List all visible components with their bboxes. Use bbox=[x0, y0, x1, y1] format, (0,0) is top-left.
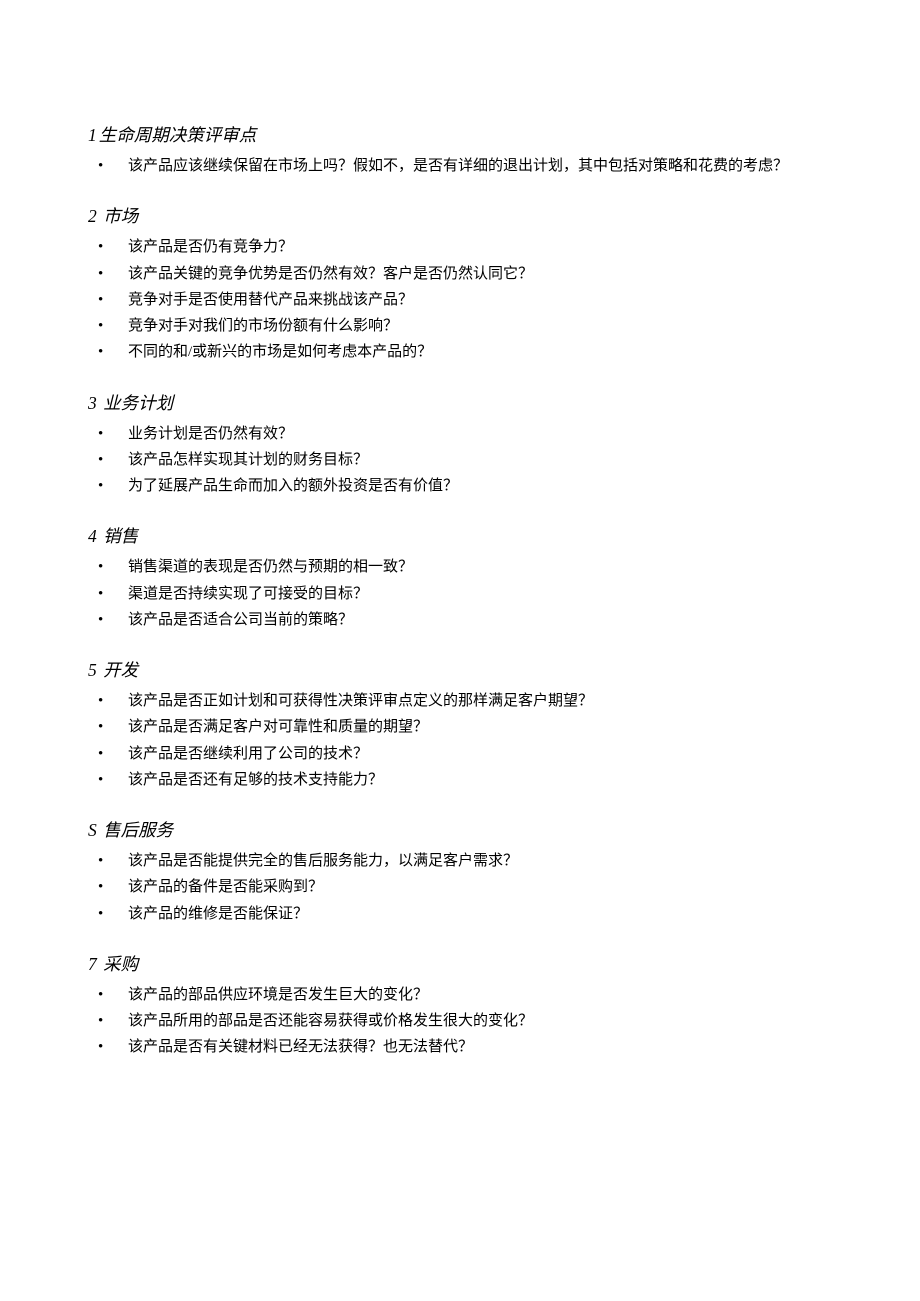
section: 2 市场该产品是否仍有竞争力？该产品关键的竞争优势是否仍然有效？客户是否仍然认同… bbox=[88, 203, 832, 365]
bullet-list: 销售渠道的表现是否仍然与预期的相一致？渠道是否持续实现了可接受的目标？该产品是否… bbox=[88, 554, 832, 633]
section-number: 4 bbox=[88, 526, 97, 546]
list-item: 该产品所用的部品是否还能容易获得或价格发生很大的变化？ bbox=[88, 1008, 832, 1034]
bullet-list: 该产品是否正如计划和可获得性决策评审点定义的那样满足客户期望？该产品是否满足客户… bbox=[88, 688, 832, 793]
section: 3 业务计划业务计划是否仍然有效？该产品怎样实现其计划的财务目标？为了延展产品生… bbox=[88, 390, 832, 500]
section-number: S bbox=[88, 820, 97, 840]
section-number: 2 bbox=[88, 206, 97, 226]
section-heading: 3 业务计划 bbox=[88, 390, 832, 415]
section-number: 3 bbox=[88, 393, 97, 413]
section-heading: 2 市场 bbox=[88, 203, 832, 228]
section: S 售后服务该产品是否能提供完全的售后服务能力，以满足客户需求？该产品的备件是否… bbox=[88, 817, 832, 927]
list-item: 该产品是否满足客户对可靠性和质量的期望？ bbox=[88, 714, 832, 740]
section: 4 销售销售渠道的表现是否仍然与预期的相一致？渠道是否持续实现了可接受的目标？该… bbox=[88, 523, 832, 633]
list-item: 该产品是否继续利用了公司的技术？ bbox=[88, 741, 832, 767]
section-number: 5 bbox=[88, 660, 97, 680]
section-title: 生命周期决策评审点 bbox=[99, 125, 257, 145]
bullet-list: 该产品的部品供应环境是否发生巨大的变化？该产品所用的部品是否还能容易获得或价格发… bbox=[88, 982, 832, 1061]
bullet-list: 该产品应该继续保留在市场上吗？假如不，是否有详细的退出计划，其中包括对策略和花费… bbox=[88, 153, 832, 179]
section-title: 市场 bbox=[99, 206, 138, 226]
list-item: 该产品关键的竞争优势是否仍然有效？客户是否仍然认同它？ bbox=[88, 261, 832, 287]
list-item: 该产品是否适合公司当前的策略？ bbox=[88, 607, 832, 633]
list-item: 该产品怎样实现其计划的财务目标？ bbox=[88, 447, 832, 473]
list-item: 渠道是否持续实现了可接受的目标？ bbox=[88, 581, 832, 607]
list-item: 为了延展产品生命而加入的额外投资是否有价值？ bbox=[88, 473, 832, 499]
bullet-list: 该产品是否能提供完全的售后服务能力，以满足客户需求？该产品的备件是否能采购到？该… bbox=[88, 848, 832, 927]
list-item: 销售渠道的表现是否仍然与预期的相一致？ bbox=[88, 554, 832, 580]
section-number: 1 bbox=[88, 125, 97, 145]
section: 1生命周期决策评审点该产品应该继续保留在市场上吗？假如不，是否有详细的退出计划，… bbox=[88, 122, 832, 179]
section-title: 销售 bbox=[99, 526, 138, 546]
section-heading: 5 开发 bbox=[88, 657, 832, 682]
section-title: 售后服务 bbox=[99, 820, 173, 840]
list-item: 该产品是否仍有竞争力？ bbox=[88, 234, 832, 260]
list-item: 竞争对手是否使用替代产品来挑战该产品？ bbox=[88, 287, 832, 313]
section-heading: S 售后服务 bbox=[88, 817, 832, 842]
list-item: 业务计划是否仍然有效？ bbox=[88, 421, 832, 447]
list-item: 竞争对手对我们的市场份额有什么影响？ bbox=[88, 313, 832, 339]
section-heading: 7 采购 bbox=[88, 951, 832, 976]
bullet-list: 业务计划是否仍然有效？该产品怎样实现其计划的财务目标？为了延展产品生命而加入的额… bbox=[88, 421, 832, 500]
list-item: 该产品是否有关键材料已经无法获得？也无法替代？ bbox=[88, 1034, 832, 1060]
list-item: 该产品是否正如计划和可获得性决策评审点定义的那样满足客户期望？ bbox=[88, 688, 832, 714]
section-heading: 1生命周期决策评审点 bbox=[88, 122, 832, 147]
section-heading: 4 销售 bbox=[88, 523, 832, 548]
list-item: 该产品是否能提供完全的售后服务能力，以满足客户需求？ bbox=[88, 848, 832, 874]
document-body: 1生命周期决策评审点该产品应该继续保留在市场上吗？假如不，是否有详细的退出计划，… bbox=[88, 122, 832, 1061]
list-item: 该产品的部品供应环境是否发生巨大的变化？ bbox=[88, 982, 832, 1008]
list-item: 该产品应该继续保留在市场上吗？假如不，是否有详细的退出计划，其中包括对策略和花费… bbox=[88, 153, 832, 179]
list-item: 该产品的维修是否能保证？ bbox=[88, 901, 832, 927]
list-item: 该产品是否还有足够的技术支持能力？ bbox=[88, 767, 832, 793]
bullet-list: 该产品是否仍有竞争力？该产品关键的竞争优势是否仍然有效？客户是否仍然认同它？竞争… bbox=[88, 234, 832, 365]
list-item: 不同的和/或新兴的市场是如何考虑本产品的？ bbox=[88, 339, 832, 365]
section: 5 开发该产品是否正如计划和可获得性决策评审点定义的那样满足客户期望？该产品是否… bbox=[88, 657, 832, 793]
section-title: 开发 bbox=[99, 660, 138, 680]
section: 7 采购该产品的部品供应环境是否发生巨大的变化？该产品所用的部品是否还能容易获得… bbox=[88, 951, 832, 1061]
list-item: 该产品的备件是否能采购到？ bbox=[88, 874, 832, 900]
section-title: 业务计划 bbox=[99, 393, 173, 413]
section-title: 采购 bbox=[99, 954, 138, 974]
section-number: 7 bbox=[88, 954, 97, 974]
